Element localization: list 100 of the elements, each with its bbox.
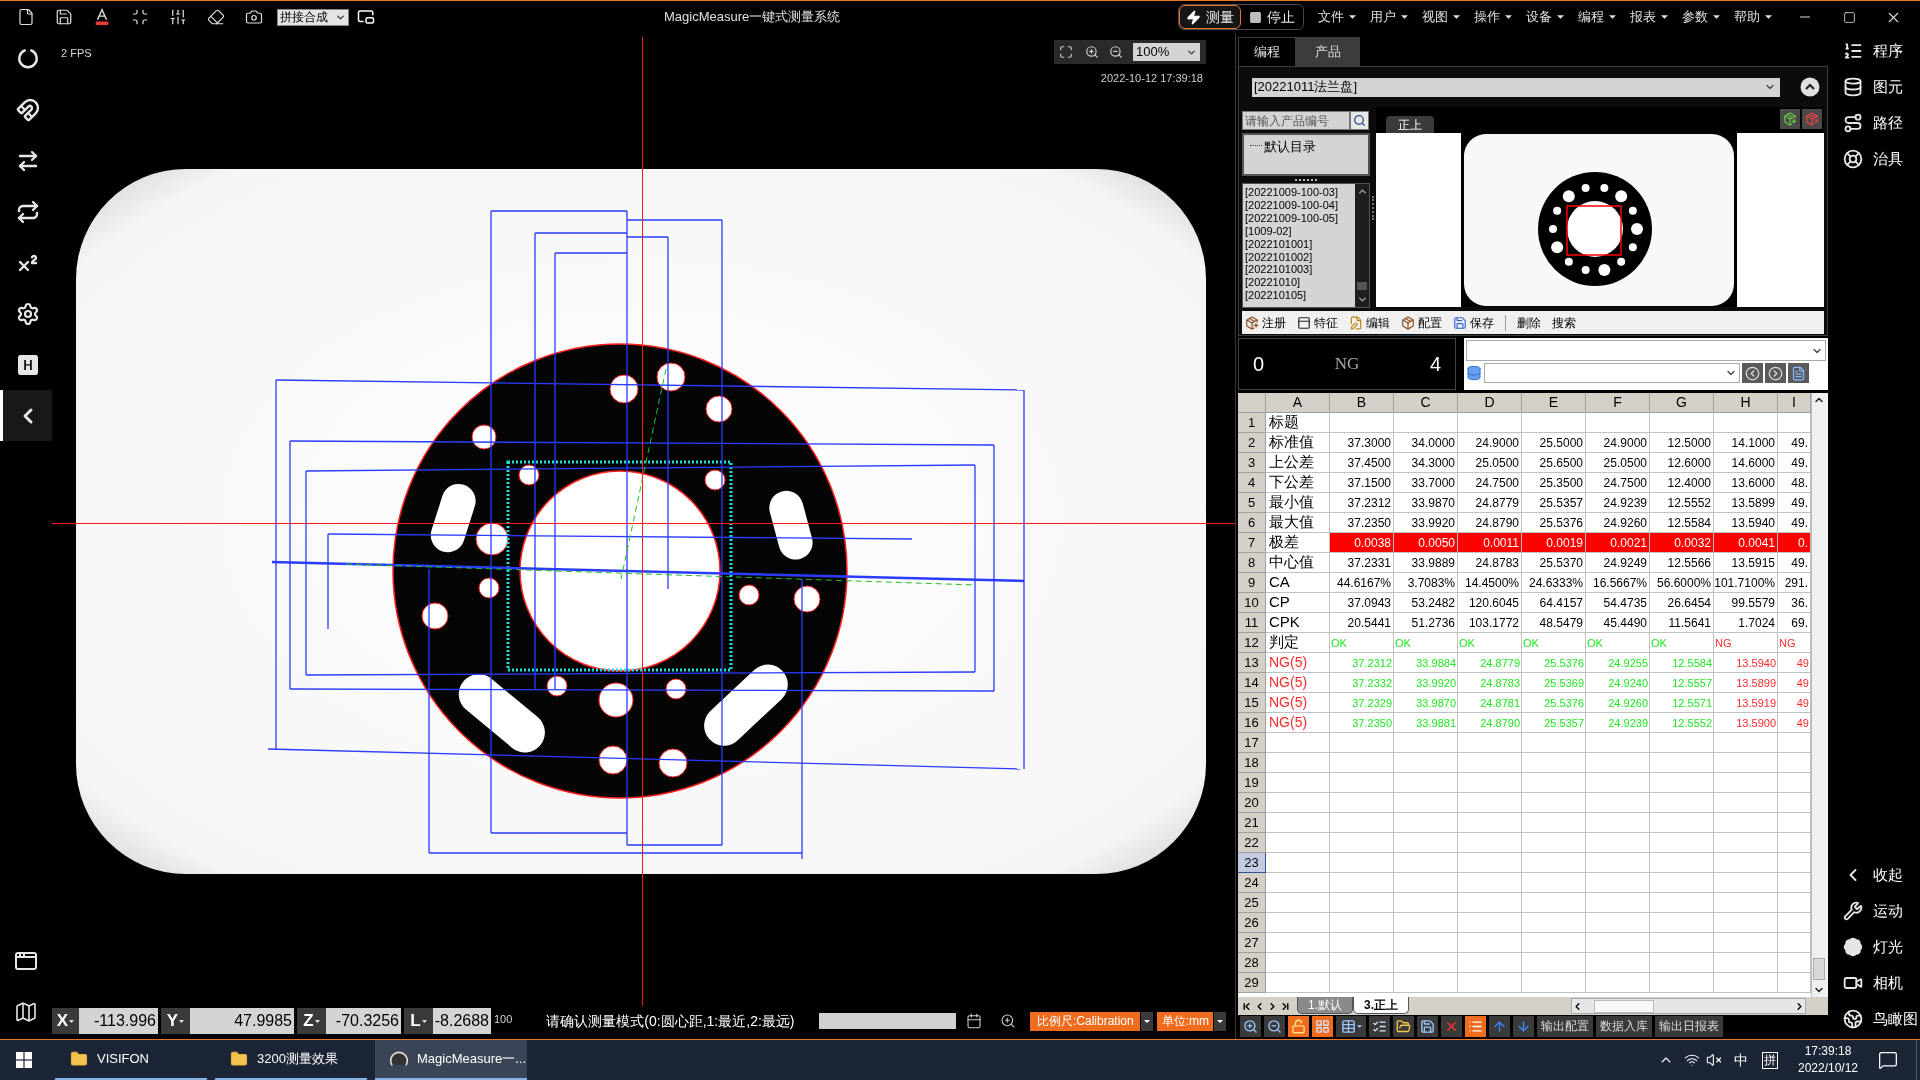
nav-item[interactable]: 运动 <box>1830 893 1920 929</box>
row-header[interactable]: 29 <box>1238 973 1266 993</box>
text-color-icon[interactable] <box>93 8 111 26</box>
toolbar-button[interactable]: 编辑 <box>1349 313 1390 332</box>
tool-button[interactable] <box>1336 1015 1366 1037</box>
next-button[interactable] <box>1765 363 1786 383</box>
first-sheet-icon[interactable] <box>1241 1000 1252 1012</box>
coordinate-field[interactable]: -70.3256 <box>326 1008 401 1034</box>
product-item[interactable]: [20221009-100-04] <box>1245 198 1355 212</box>
nav-item[interactable]: 程序 <box>1830 33 1920 69</box>
database-icon[interactable] <box>1466 364 1482 382</box>
row-header[interactable]: 10 <box>1238 593 1266 613</box>
tool-button[interactable] <box>1393 1015 1414 1037</box>
tool-button[interactable] <box>1288 1015 1309 1037</box>
nav-item[interactable]: 相机 <box>1830 965 1920 1001</box>
column-header[interactable]: H <box>1714 393 1778 413</box>
row-header[interactable]: 24 <box>1238 873 1266 893</box>
menu-item[interactable]: 报表 <box>1630 7 1668 27</box>
row-header[interactable]: 14 <box>1238 673 1266 693</box>
product-item[interactable]: [2022101003] <box>1245 263 1355 277</box>
tool-button[interactable] <box>1465 1015 1486 1037</box>
tool-button[interactable] <box>1264 1015 1285 1037</box>
product-item[interactable]: [2022101001] <box>1245 237 1355 251</box>
tool-button[interactable] <box>1240 1015 1261 1037</box>
menu-item[interactable]: 视图 <box>1422 7 1460 27</box>
windows-logo-icon[interactable] <box>16 1052 32 1068</box>
row-header[interactable]: 19 <box>1238 773 1266 793</box>
scrollbar-thumb[interactable] <box>1593 999 1654 1013</box>
ime-indicator[interactable]: 拼 <box>1762 1051 1778 1069</box>
scrollbar[interactable] <box>1355 184 1369 307</box>
row-header[interactable]: 4 <box>1238 473 1266 493</box>
tool-button[interactable] <box>1417 1015 1438 1037</box>
dropdown-arrow-button[interactable] <box>1214 1011 1227 1031</box>
tool-button[interactable] <box>1312 1015 1333 1037</box>
menu-item[interactable]: 参数 <box>1682 7 1720 27</box>
search-field[interactable]: 请输入产品编号 <box>1242 111 1350 130</box>
row-header[interactable]: 23 <box>1238 853 1266 873</box>
action-button[interactable]: 测量 <box>1179 5 1241 29</box>
nav-item[interactable]: 灯光 <box>1830 929 1920 965</box>
taskbar-item[interactable]: VISIFON <box>55 1040 207 1080</box>
calendar-icon[interactable] <box>966 1013 983 1029</box>
row-header[interactable]: 22 <box>1238 833 1266 853</box>
scroll-up-icon[interactable] <box>1356 186 1368 197</box>
axis-dropdown[interactable]: X <box>52 1008 79 1034</box>
row-header[interactable]: 9 <box>1238 573 1266 593</box>
last-sheet-icon[interactable] <box>1280 1000 1291 1012</box>
zoom-dropdown[interactable]: 100% <box>1133 43 1200 61</box>
sheet-tab[interactable]: 3.正上 <box>1353 997 1410 1014</box>
nav-item[interactable]: 鸟瞰图 <box>1830 1001 1920 1037</box>
row-header[interactable]: 21 <box>1238 813 1266 833</box>
next-sheet-icon[interactable] <box>1267 1000 1278 1012</box>
nav-item[interactable]: 收起 <box>1830 857 1920 893</box>
toolbar-button[interactable]: 保存 <box>1453 313 1494 332</box>
row-header[interactable]: 1 <box>1238 413 1266 433</box>
toolbar-button[interactable]: 搜索 <box>1552 313 1576 332</box>
column-header[interactable]: I <box>1778 393 1811 413</box>
toolbar-button[interactable]: 特征 <box>1297 313 1338 332</box>
scrollbar[interactable] <box>1571 998 1806 1014</box>
panel-tab[interactable]: 编程 <box>1238 37 1296 66</box>
row-header[interactable]: 18 <box>1238 753 1266 773</box>
axis-dropdown[interactable]: L <box>404 1008 433 1034</box>
tree-item[interactable]: 默认目录 <box>1264 137 1316 157</box>
toolbar-button[interactable]: 注册 <box>1245 313 1286 332</box>
row-header[interactable]: 27 <box>1238 933 1266 953</box>
sliders-icon[interactable] <box>169 8 187 26</box>
input-field[interactable] <box>819 1013 957 1029</box>
eraser-icon[interactable] <box>207 8 225 26</box>
fullscreen-icon[interactable] <box>1059 45 1073 59</box>
collapse-corners-icon[interactable] <box>131 8 149 26</box>
product-item[interactable]: [1009-02] <box>1245 224 1355 238</box>
zoom-in-icon[interactable] <box>1000 1013 1017 1029</box>
row-header[interactable]: 16 <box>1238 713 1266 733</box>
map-icon[interactable] <box>14 999 38 1024</box>
column-header[interactable]: G <box>1650 393 1714 413</box>
product-item[interactable]: [2022101002] <box>1245 250 1355 264</box>
nav-item[interactable]: 路径 <box>1830 105 1920 141</box>
scrollbar-thumb[interactable] <box>1813 958 1825 980</box>
row-header[interactable]: 11 <box>1238 613 1266 633</box>
camera-icon[interactable] <box>245 8 263 26</box>
coordinate-field[interactable]: 47.9985 <box>190 1008 294 1034</box>
product-item[interactable]: [20221009-100-05] <box>1245 211 1355 225</box>
input-mode-indicator[interactable]: 中 <box>1734 1049 1748 1071</box>
export-button[interactable]: 数据入库 <box>1596 1015 1652 1037</box>
row-header[interactable]: 2 <box>1238 433 1266 453</box>
scrollbar-thumb[interactable] <box>1357 281 1367 290</box>
menu-item[interactable]: 编程 <box>1578 7 1616 27</box>
export-button[interactable]: 输出日报表 <box>1655 1015 1723 1037</box>
save-icon[interactable] <box>55 8 73 26</box>
export-button[interactable]: 输出配置 <box>1537 1015 1593 1037</box>
tool-button[interactable] <box>1369 1015 1390 1037</box>
chevron-up-circle-icon[interactable] <box>1800 77 1820 97</box>
row-header[interactable]: 20 <box>1238 793 1266 813</box>
column-header[interactable]: D <box>1458 393 1522 413</box>
volume-muted-icon[interactable] <box>1706 1052 1722 1068</box>
scroll-right-icon[interactable] <box>1794 1000 1805 1012</box>
nav-item[interactable]: 图元 <box>1830 69 1920 105</box>
taskbar-item[interactable]: MagicMeasure一... <box>375 1040 527 1080</box>
clock[interactable]: 17:39:18 2022/10/12 <box>1792 1043 1864 1077</box>
toolbar-button[interactable]: 删除 <box>1517 313 1541 332</box>
nav-item[interactable]: 治具 <box>1830 141 1920 177</box>
